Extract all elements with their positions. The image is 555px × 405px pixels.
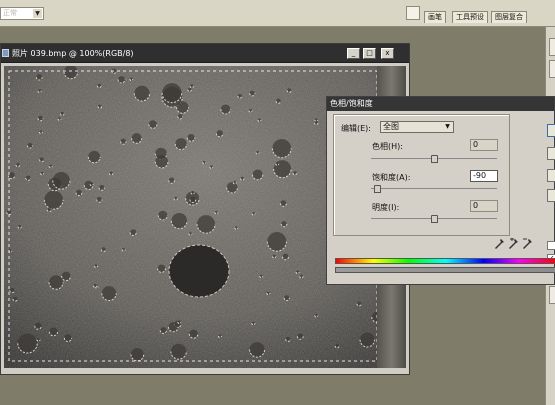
crater <box>75 189 82 196</box>
colorize-checkbox[interactable] <box>547 241 555 250</box>
tab-tool-presets[interactable]: 工具预设 <box>452 11 488 23</box>
document-title: 照片 039.bmp @ 100%(RGB/8) <box>12 49 134 58</box>
crater <box>282 253 289 260</box>
crater <box>284 295 290 301</box>
save-button[interactable] <box>547 189 555 202</box>
crater <box>120 138 127 145</box>
document-titlebar[interactable]: 照片 039.bmp @ 100%(RGB/8) _ □ x <box>1 44 409 63</box>
saturation-field[interactable]: -90 <box>470 170 498 182</box>
crater <box>96 196 102 203</box>
crater <box>148 120 157 129</box>
maximize-button[interactable]: □ <box>363 48 376 59</box>
edit-label: 编辑(E): <box>341 124 371 133</box>
crater <box>249 90 255 96</box>
dock-button[interactable] <box>549 38 555 56</box>
crater <box>168 177 175 184</box>
crater <box>281 221 287 227</box>
crater <box>189 196 196 203</box>
lightness-label: 明度(I): <box>372 203 400 212</box>
cancel-button[interactable] <box>547 147 555 160</box>
ok-button[interactable] <box>547 124 555 137</box>
palette-well-icon[interactable] <box>406 6 420 20</box>
large-crater <box>168 244 230 298</box>
load-button[interactable] <box>547 169 555 182</box>
edit-channel-select[interactable]: 全图 ▼ <box>380 121 454 133</box>
saturation-slider-track[interactable] <box>371 188 497 189</box>
crater <box>52 171 70 190</box>
crater <box>157 264 166 273</box>
close-button[interactable]: x <box>381 48 394 59</box>
crater <box>189 329 198 339</box>
input-color-bar <box>335 258 555 264</box>
blend-mode-select[interactable]: 正常 ▼ <box>0 7 44 20</box>
hue-field[interactable]: 0 <box>470 139 498 151</box>
eyedropper-icon[interactable] <box>495 238 505 250</box>
hue-saturation-dialog: 色相/饱和度 编辑(E): 全图 ▼ 色相(H): 0 饱和度(A): -90 … <box>326 96 555 285</box>
crater <box>61 271 71 281</box>
chevron-down-icon: ▼ <box>33 9 42 18</box>
blend-mode-value: 正常 <box>3 9 17 17</box>
hue-slider-thumb[interactable] <box>431 155 438 163</box>
crater <box>49 327 58 336</box>
eyedropper-plus-icon[interactable] <box>509 238 519 250</box>
tab-layer-comps[interactable]: 图层复合 <box>491 11 527 23</box>
crater <box>36 74 43 80</box>
options-bar: 正常 ▼ 画笔 工具预设 图层复合 <box>0 0 555 27</box>
output-color-bar <box>335 267 555 273</box>
crater <box>101 286 117 301</box>
lightness-field[interactable]: 0 <box>470 200 498 212</box>
minimize-button[interactable]: _ <box>347 48 360 59</box>
lightness-slider-thumb[interactable] <box>431 215 438 223</box>
edit-channel-value: 全图 <box>383 122 399 131</box>
saturation-slider-thumb[interactable] <box>374 185 382 193</box>
crater <box>99 184 105 191</box>
saturation-label: 饱和度(A): <box>372 173 411 182</box>
dock-button[interactable] <box>549 286 555 304</box>
tab-brushes[interactable]: 画笔 <box>424 11 446 23</box>
hue-label: 色相(H): <box>372 142 403 151</box>
document-icon <box>2 49 9 57</box>
crater <box>360 332 375 348</box>
dialog-title[interactable]: 色相/饱和度 <box>327 97 554 111</box>
eyedropper-minus-icon[interactable] <box>523 238 533 250</box>
dock-button[interactable] <box>549 60 555 78</box>
chevron-down-icon: ▼ <box>445 123 450 130</box>
crater <box>297 333 304 340</box>
crater <box>280 200 287 207</box>
